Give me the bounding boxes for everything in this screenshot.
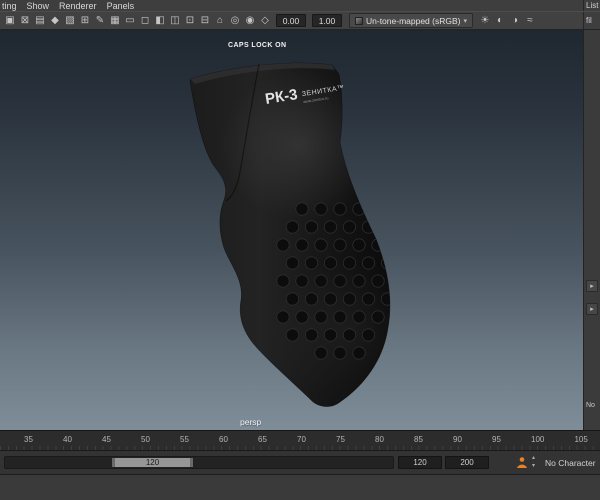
grease-pencil-icon[interactable]: ✎	[93, 13, 107, 28]
bookmarks-icon[interactable]: ◆	[48, 13, 62, 28]
grip-model[interactable]: РК-3 ЗЕНИТКА™ www.zenitco.ru	[0, 30, 583, 430]
film-gate-icon[interactable]: ▭	[123, 13, 137, 28]
gamma-field[interactable]: 1.00	[312, 14, 342, 27]
panel-expand-arrow-icon[interactable]: ▸	[586, 303, 598, 315]
maya-window: ting Show Renderer Panels List ▣ ⊠ ▤ ◆ ▧ ⊞ ✎ ▦ ▭ ◻ ◧ ◫…	[0, 0, 600, 500]
frame-number: 90	[453, 434, 462, 444]
frame-number: 80	[375, 434, 384, 444]
panel-expand-arrows: ▸ ▸	[585, 280, 599, 315]
spinner-up-icon[interactable]: ▴	[532, 455, 535, 463]
image-plane-icon[interactable]: ▧	[63, 13, 77, 28]
view-transform-value: Un-tone-mapped (sRGB)	[366, 15, 461, 26]
xray-icon[interactable]: ◇	[258, 13, 272, 28]
ambient-occlusion-icon[interactable]: ◑	[508, 13, 522, 28]
playback-range-handle[interactable]: 120	[112, 458, 193, 467]
menu-item[interactable]: Panels	[107, 1, 135, 11]
frame-number: 35	[24, 434, 33, 444]
pan-zoom-icon[interactable]: ⊞	[78, 13, 92, 28]
frame-numbers: 35 40 45 50 55 60 65 70 75 80 85 90 95 100 105	[0, 431, 600, 450]
frame-number: 85	[414, 434, 423, 444]
gate-mask-icon[interactable]: ◧	[153, 13, 167, 28]
shadows-icon[interactable]: ◐	[493, 13, 507, 28]
panel-menubar: ting Show Renderer Panels List	[0, 0, 600, 11]
time-slider[interactable]: 35 40 45 50 55 60 65 70 75 80 85 90 95 100 105	[0, 430, 600, 450]
frame-number: 70	[297, 434, 306, 444]
character-set-dropdown[interactable]: No Character	[545, 458, 596, 468]
chevron-down-icon: ▾	[463, 17, 467, 25]
character-set-spinner[interactable]: ▴ ▾	[532, 455, 535, 471]
right-panel-menu[interactable]: List	[583, 0, 600, 11]
menu-item[interactable]: Renderer	[59, 1, 97, 11]
menu-item[interactable]: Show	[27, 1, 50, 11]
panel-menu-items: ting Show Renderer Panels	[0, 0, 583, 11]
frame-number: 55	[180, 434, 189, 444]
select-camera-icon[interactable]: ▣	[3, 13, 17, 28]
resolution-gate-icon[interactable]: ◻	[138, 13, 152, 28]
lock-camera-icon[interactable]: ⊠	[18, 13, 32, 28]
menu-item[interactable]: ting	[2, 1, 17, 11]
animation-end-field[interactable]: 200	[445, 456, 489, 469]
command-line-bar[interactable]	[0, 474, 600, 500]
grip-highlight	[220, 70, 380, 220]
grid-icon[interactable]: ▦	[108, 13, 122, 28]
character-set-icon[interactable]	[515, 456, 529, 470]
view-transform-dropdown[interactable]: Un-tone-mapped (sRGB) ▾	[349, 13, 473, 28]
playback-end-field[interactable]: 120	[398, 456, 442, 469]
frame-number: 40	[63, 434, 72, 444]
viewport-toolbar-left: ▣ ⊠ ▤ ◆ ▧ ⊞ ✎ ▦ ▭ ◻ ◧ ◫ ⊡ ⊟ ⌂ ◎ ◉ ◇ 0.00 1.00 Un-tone-map…	[0, 12, 583, 29]
frame-number: 60	[219, 434, 228, 444]
frame-number: 95	[492, 434, 501, 444]
safe-action-icon[interactable]: ⊡	[183, 13, 197, 28]
frame-number: 65	[258, 434, 267, 444]
camera-name-label[interactable]: persp	[240, 417, 261, 427]
frame-number: 100	[531, 434, 545, 444]
frame-number: 50	[141, 434, 150, 444]
exposure-field[interactable]: 0.00	[276, 14, 306, 27]
viewport-3d[interactable]: CAPS LOCK ON РК-3 ЗЕНИТКА™ www.zenitco.r…	[0, 30, 583, 430]
camera-attributes-icon[interactable]: ▤	[33, 13, 47, 28]
safe-title-icon[interactable]: ⊟	[198, 13, 212, 28]
right-panel-truncated-text: fil	[586, 16, 592, 25]
toolbar-icon-group-left: ▣ ⊠ ▤ ◆ ▧ ⊞ ✎ ▦ ▭ ◻ ◧ ◫ ⊡ ⊟ ⌂ ◎ ◉ ◇	[3, 13, 272, 28]
panel-expand-arrow-icon[interactable]: ▸	[586, 280, 598, 292]
right-panel-truncated-label: fil	[583, 12, 600, 29]
range-slider-row: 120 120 200 ▴ ▾ No Character	[0, 450, 600, 474]
frame-number: 45	[102, 434, 111, 444]
right-strip-truncated-label: No	[586, 402, 595, 409]
frame-selection-icon[interactable]: ◎	[228, 13, 242, 28]
frame-all-icon[interactable]: ⌂	[213, 13, 227, 28]
playback-range-value: 120	[145, 458, 160, 467]
right-panel-menu-label: List	[586, 1, 599, 10]
lights-icon[interactable]: ☀	[478, 13, 492, 28]
isolate-select-icon[interactable]: ◉	[243, 13, 257, 28]
field-chart-icon[interactable]: ◫	[168, 13, 182, 28]
channel-box-collapsed-strip: ▸ ▸ No	[583, 30, 600, 430]
toolbar-icon-group-right: ☀ ◐ ◑ ≈	[478, 13, 537, 28]
viewport-toolbar: ▣ ⊠ ▤ ◆ ▧ ⊞ ✎ ▦ ▭ ◻ ◧ ◫ ⊡ ⊟ ⌂ ◎ ◉ ◇ 0.00 1.00 Un-tone-map…	[0, 11, 600, 30]
main-area: CAPS LOCK ON РК-3 ЗЕНИТКА™ www.zenitco.r…	[0, 30, 600, 430]
view-transform-swatch-icon	[355, 16, 363, 25]
spinner-down-icon[interactable]: ▾	[532, 463, 535, 471]
motion-blur-icon[interactable]: ≈	[523, 13, 537, 28]
frame-number: 105	[574, 434, 588, 444]
frame-number: 75	[336, 434, 345, 444]
range-slider-track[interactable]: 120	[4, 456, 394, 469]
